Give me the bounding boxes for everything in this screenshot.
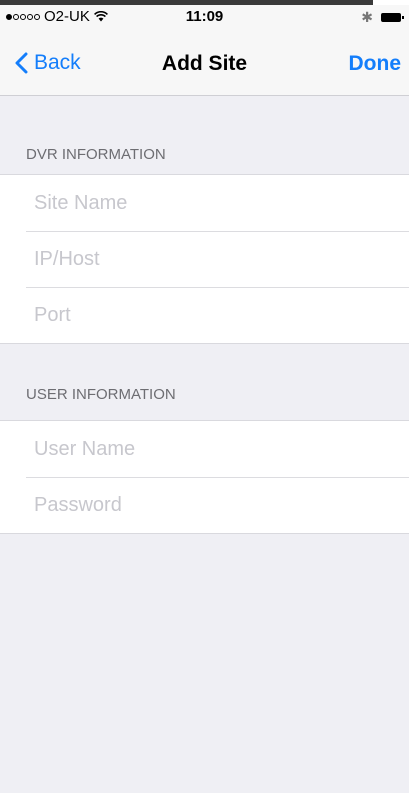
battery-icon [381,13,404,22]
dvr-info-group [0,174,409,344]
port-input[interactable] [34,287,394,343]
add-site-screen: O2-UK 11:09 ✱ Back Add Site Done DVR INF… [0,0,409,793]
user-name-row [0,421,409,477]
password-input[interactable] [34,477,394,533]
section-header-user: USER INFORMATION [26,386,176,403]
user-info-group [0,420,409,534]
user-name-input[interactable] [34,421,394,477]
status-right: ✱ [361,9,404,26]
status-time: 11:09 [185,8,224,25]
navigation-bar: Back Add Site Done [0,29,409,96]
bluetooth-icon: ✱ [361,9,373,25]
status-bar: O2-UK 11:09 ✱ [0,5,409,29]
site-name-input[interactable] [34,175,394,231]
port-row [0,287,409,343]
ip-host-row [0,231,409,287]
site-name-row [0,175,409,231]
section-header-dvr: DVR INFORMATION [26,146,166,163]
ip-host-input[interactable] [34,231,394,287]
password-row [0,477,409,533]
done-button[interactable]: Done [349,52,402,76]
